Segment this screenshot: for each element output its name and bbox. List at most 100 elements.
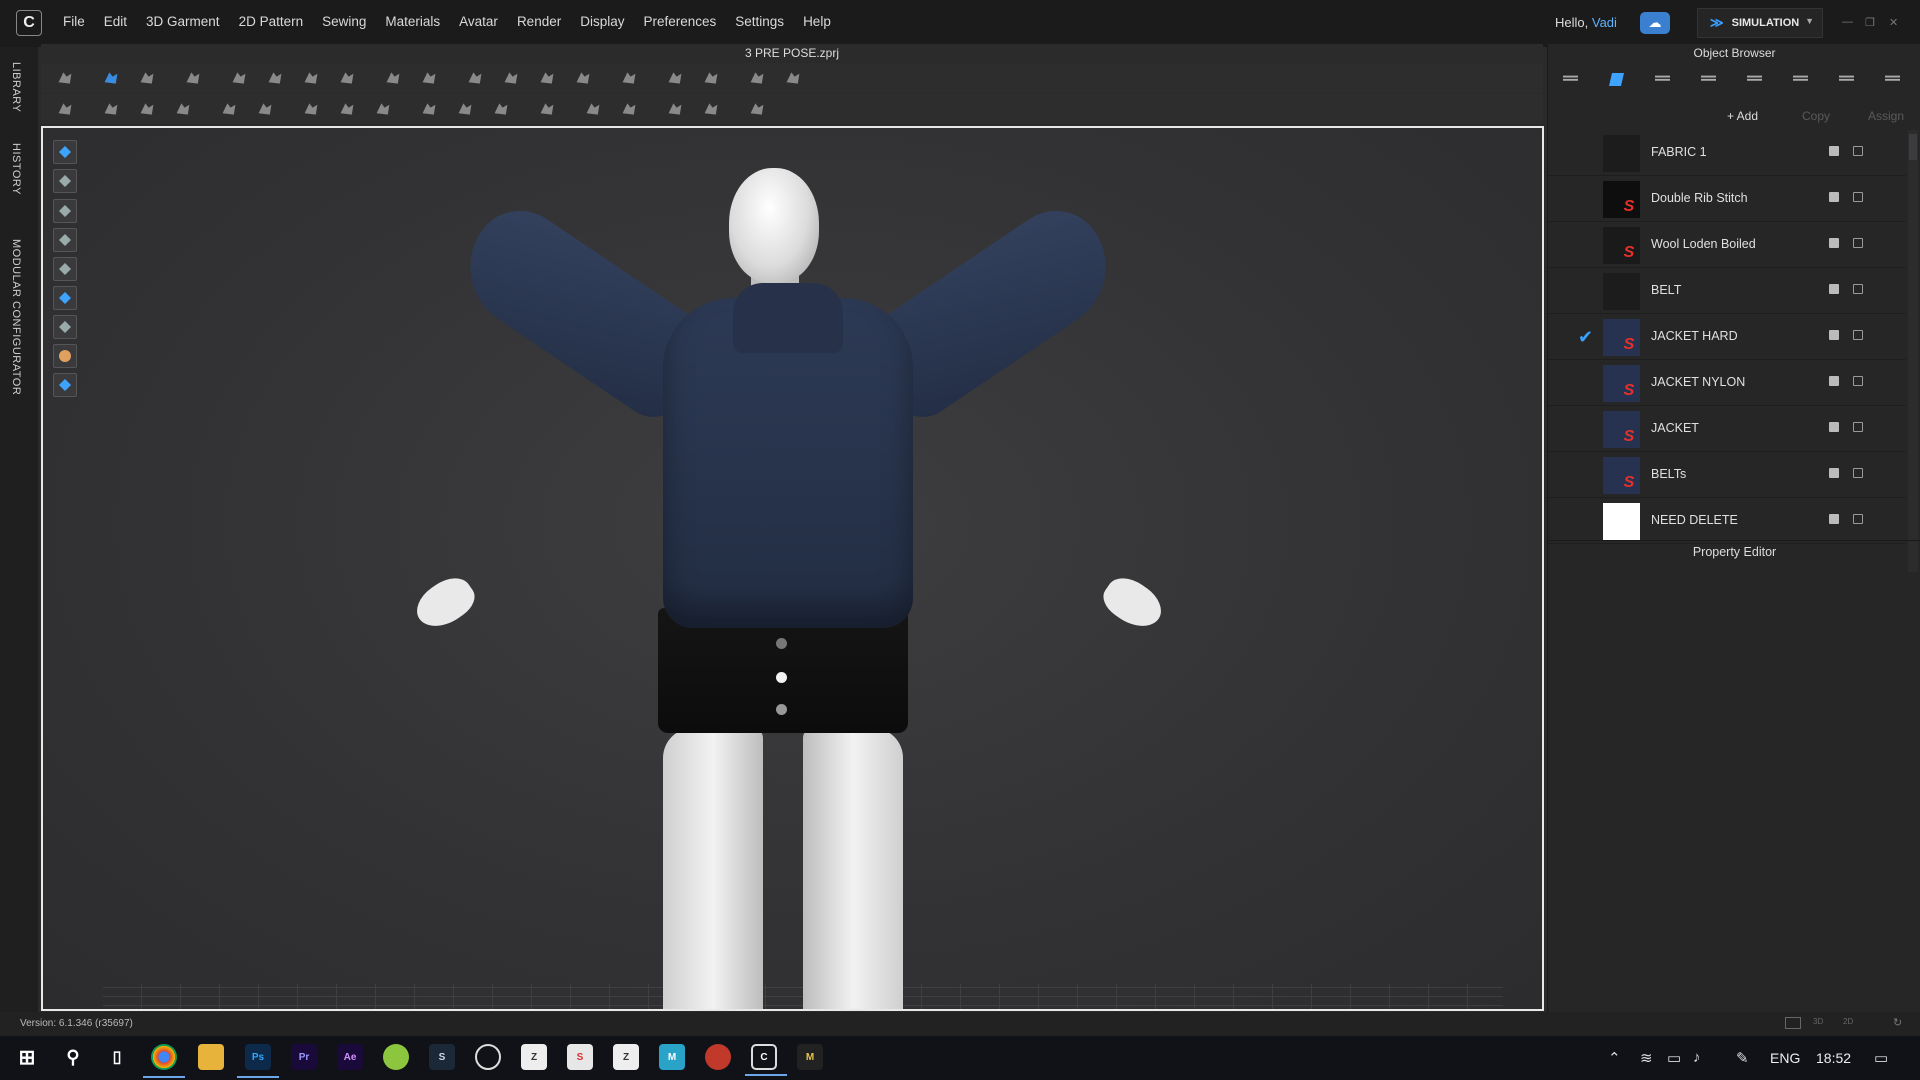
material-row-double-rib-stitch[interactable]: S Double Rib Stitch [1548,176,1906,222]
restore-icon[interactable]: ❐ [1865,16,1875,29]
copy-material-icon[interactable] [1829,238,1839,248]
multi-sewing-icon[interactable] [171,99,195,119]
menu-help[interactable]: Help [803,14,831,29]
minimize-icon[interactable]: — [1842,16,1853,28]
search-icon[interactable]: ⚲ [60,1044,86,1070]
thickness-icon[interactable] [53,315,77,339]
tack-icon[interactable] [417,68,441,88]
material-row-jacket-hard[interactable]: ✔ S JACKET HARD [1548,314,1906,360]
pose-icon[interactable] [53,99,77,119]
arrange-icon[interactable] [335,68,359,88]
avatar-arrangement-icon[interactable] [53,228,77,252]
material-row-belt[interactable]: BELT [1548,268,1906,314]
material-row-belts[interactable]: S BELTs [1548,452,1906,498]
delete-material-icon[interactable] [1853,422,1863,432]
user-name[interactable]: Vadi [1592,15,1617,30]
topstitch-icon[interactable] [663,99,687,119]
app-red-icon[interactable] [705,1044,731,1070]
garment-display-icon[interactable] [53,169,77,193]
trim-icon[interactable] [489,99,513,119]
volume-icon[interactable]: ♪ [1693,1049,1701,1066]
language-indicator[interactable]: ENG [1770,1050,1800,1066]
skirt-button[interactable] [776,704,787,715]
fabric-tab-icon[interactable] [1594,64,1640,96]
copy-material-icon[interactable] [1829,376,1839,386]
3d-view-icon[interactable]: 3D [1813,1017,1823,1026]
battery-icon[interactable]: ▭ [1667,1049,1681,1067]
puckering-icon[interactable] [299,99,323,119]
simulation-icon[interactable] [53,140,77,164]
windows-start-icon[interactable]: ⊞ [14,1044,40,1070]
menu-settings[interactable]: Settings [735,14,784,29]
mode-dropdown[interactable]: ≫ SIMULATION ▼ [1697,8,1823,38]
menu-2d-pattern[interactable]: 2D Pattern [239,14,304,29]
cloud-icon[interactable]: ☁ [1640,12,1670,34]
app-green-icon[interactable] [383,1044,409,1070]
menu-sewing[interactable]: Sewing [322,14,366,29]
3d-viewport[interactable] [41,126,1544,1011]
buttonhole-icon[interactable] [453,99,477,119]
zipper-tab-icon[interactable] [1824,64,1870,96]
clo3d-icon[interactable]: C [745,1044,787,1076]
premiere-icon[interactable]: Pr [291,1044,317,1070]
button-tab-icon[interactable] [1640,64,1686,96]
clock[interactable]: 18:52 [1816,1050,1851,1066]
measure-icon[interactable] [663,68,687,88]
zbrush-icon[interactable]: Z [521,1044,547,1070]
2d-view-icon[interactable]: 2D [1843,1017,1853,1026]
tab-library[interactable]: LIBRARY [10,62,22,112]
material-row-fabric-1[interactable]: FABRIC 1 [1548,130,1906,176]
menu-avatar[interactable]: Avatar [459,14,498,29]
pin-icon[interactable] [381,68,405,88]
single-window-icon[interactable] [1785,1017,1801,1029]
marvelous-icon[interactable]: M [797,1044,823,1070]
button-tool-icon[interactable] [417,99,441,119]
menu-file[interactable]: File [63,14,85,29]
topstitch-tab-icon[interactable] [1732,64,1778,96]
notifications-icon[interactable]: ▭ [1874,1049,1888,1067]
avatar-measure-icon[interactable] [745,68,769,88]
skirt-button[interactable] [776,638,787,649]
photoshop-icon[interactable]: Ps [237,1044,279,1078]
transform-pattern-icon[interactable] [135,68,159,88]
app-circle-icon[interactable] [475,1044,501,1070]
delete-material-icon[interactable] [1853,376,1863,386]
material-row-jacket[interactable]: S JACKET [1548,406,1906,452]
delete-material-icon[interactable] [1853,514,1863,524]
select-mesh-icon[interactable] [53,68,77,88]
texture-icon[interactable] [581,99,605,119]
after-effects-icon[interactable]: Ae [337,1044,363,1070]
menu-3d-garment[interactable]: 3D Garment [146,14,220,29]
fold-arrangement-icon[interactable] [227,68,251,88]
tray-expand-icon[interactable]: ⌃ [1608,1049,1621,1067]
segment-sewing-icon[interactable] [99,99,123,119]
copy-material-icon[interactable] [1829,514,1839,524]
edit-texture-icon[interactable] [617,99,641,119]
task-view-icon[interactable]: ▯ [104,1044,130,1070]
substance-icon[interactable]: S [567,1044,593,1070]
zipper-icon[interactable] [335,99,359,119]
delete-sewing-icon[interactable] [253,99,277,119]
file-explorer-icon[interactable] [198,1044,224,1070]
maya-icon[interactable]: M [659,1044,685,1070]
skirt-button[interactable] [776,672,787,683]
delete-material-icon[interactable] [1853,468,1863,478]
free-sewing-icon[interactable] [135,99,159,119]
trim-tab-icon[interactable] [1870,64,1916,96]
fold-icon[interactable] [263,68,287,88]
zbrush-alt-icon[interactable]: Z [613,1044,639,1070]
avatar-size-icon[interactable] [781,68,805,88]
close-icon[interactable]: ✕ [1889,16,1898,29]
delete-material-icon[interactable] [1853,192,1863,202]
copy-material-icon[interactable] [1829,330,1839,340]
shirt-icon[interactable] [571,68,595,88]
material-row-jacket-nylon[interactable]: S JACKET NYLON [1548,360,1906,406]
button-icon[interactable] [617,68,641,88]
select-points-icon[interactable] [463,68,487,88]
app-logo-icon[interactable]: C [16,10,42,36]
tape-icon[interactable] [371,99,395,119]
garment-icon[interactable] [181,68,205,88]
copy-material-icon[interactable] [1829,192,1839,202]
add-button[interactable]: + Add [1719,106,1766,126]
menu-render[interactable]: Render [517,14,561,29]
